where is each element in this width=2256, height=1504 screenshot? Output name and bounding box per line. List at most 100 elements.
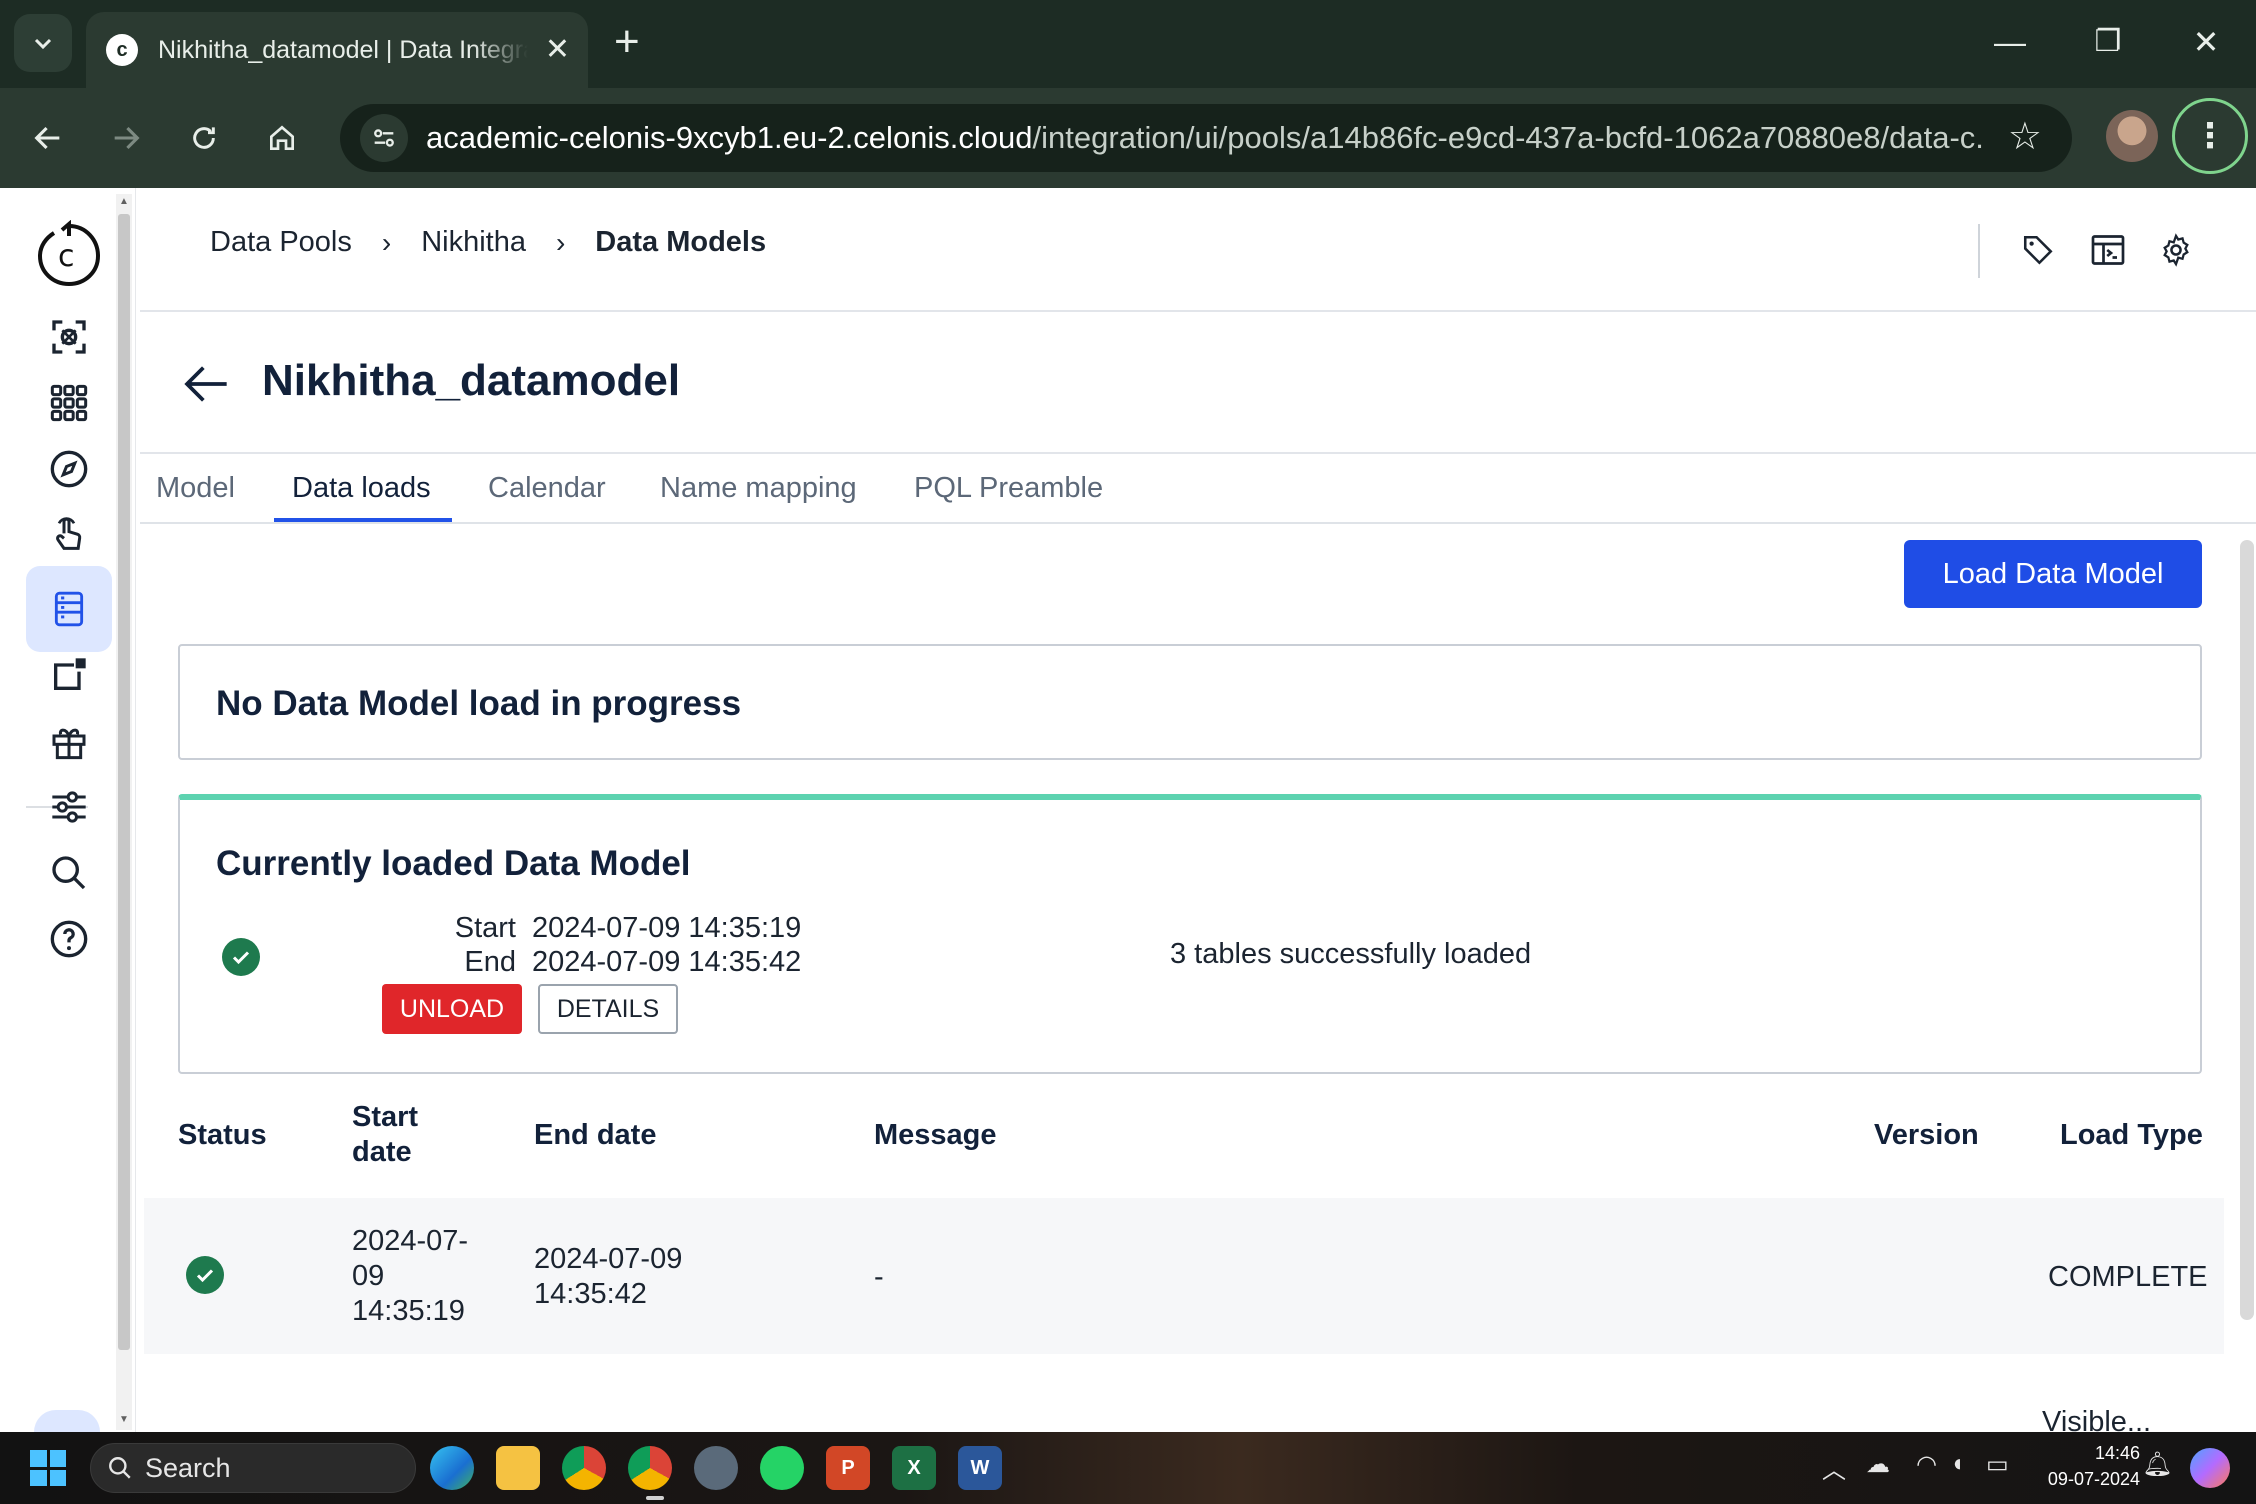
tab-name-mapping[interactable]: Name mapping — [660, 472, 857, 505]
onedrive-icon[interactable]: ☁ — [1866, 1450, 1890, 1479]
load-progress-card: No Data Model load in progress — [178, 644, 2202, 760]
close-tab-icon[interactable]: ✕ — [545, 35, 570, 65]
reload-button[interactable] — [176, 110, 232, 166]
rail-scrollbar-thumb[interactable] — [118, 214, 130, 1350]
chrome-profile-icon[interactable] — [628, 1446, 672, 1490]
clock-date: 09-07-2024 — [2047, 1469, 2140, 1489]
back-arrow-icon[interactable] — [180, 356, 236, 412]
tab-model[interactable]: Model — [156, 472, 235, 505]
settings-gear-icon[interactable] — [694, 1446, 738, 1490]
currently-loaded-heading: Currently loaded Data Model — [216, 844, 691, 883]
address-bar[interactable]: academic-celonis-9xcyb1.eu-2.celonis.clo… — [340, 104, 2072, 172]
chrome-icon[interactable] — [562, 1446, 606, 1490]
scroll-up-arrow-icon[interactable]: ▲ — [116, 196, 132, 207]
row-load-type: COMPLETE — [2048, 1261, 2208, 1293]
celonis-favicon-icon: c — [106, 34, 138, 66]
browser-tab-strip: c Nikhitha_datamodel | Data Integration … — [0, 0, 2256, 88]
battery-icon[interactable]: ▭ — [1986, 1450, 2009, 1479]
column-header-load-type[interactable]: Load Type — [2060, 1118, 2203, 1153]
load-progress-text: No Data Model load in progress — [216, 684, 742, 723]
forward-button[interactable] — [98, 110, 154, 166]
celonis-logo-icon[interactable]: c — [26, 212, 112, 298]
site-info-icon[interactable] — [360, 114, 408, 162]
table-row[interactable]: 2024-07-09 14:35:19 2024-07-09 14:35:42 … — [144, 1198, 2224, 1354]
minimize-window-button[interactable]: — — [1980, 20, 2040, 64]
page-header: Data Pools › Nikhitha › Data Models — [140, 188, 2256, 312]
breadcrumb: Data Pools › Nikhitha › Data Models — [210, 226, 766, 259]
browser-menu-button[interactable]: ⋮ — [2172, 98, 2248, 174]
taskbar-search-box[interactable]: Search — [90, 1443, 416, 1493]
unload-button[interactable]: UNLOAD — [382, 984, 522, 1034]
active-tab-indicator — [274, 518, 452, 522]
tab-search-button[interactable] — [14, 14, 72, 72]
breadcrumb-data-pools[interactable]: Data Pools — [210, 226, 352, 259]
load-data-model-button[interactable]: Load Data Model — [1904, 540, 2202, 608]
volume-icon[interactable]: ◖ — [1950, 1450, 1965, 1478]
content-scrollbar[interactable] — [2240, 540, 2254, 1320]
row-end-date: 2024-07-09 14:35:42 — [534, 1243, 683, 1310]
rail-scrollbar[interactable]: ▲ ▼ — [116, 194, 132, 1430]
search-icon — [109, 1457, 131, 1479]
word-icon[interactable]: W — [958, 1446, 1002, 1490]
profile-avatar[interactable] — [2106, 110, 2158, 162]
close-window-button[interactable]: ✕ — [2176, 20, 2236, 64]
column-header-start-date[interactable]: Start date — [352, 1100, 462, 1170]
start-value: 2024-07-09 14:35:19 — [532, 912, 802, 944]
column-header-status[interactable]: Status — [178, 1118, 267, 1153]
tag-icon[interactable] — [2016, 228, 2060, 272]
restore-window-button[interactable]: ❐ — [2078, 20, 2138, 64]
taskbar-clock[interactable]: 14:46 09-07-2024 — [2030, 1440, 2140, 1492]
svg-text:c: c — [58, 239, 75, 274]
home-button[interactable] — [254, 110, 310, 166]
tab-title: Nikhitha_datamodel | Data Integration — [158, 35, 528, 64]
success-check-icon — [186, 1256, 224, 1294]
currently-loaded-card: Currently loaded Data Model Start 2024-0… — [178, 794, 2202, 1074]
arrow-right-icon — [114, 126, 140, 150]
file-explorer-icon[interactable] — [496, 1446, 540, 1490]
user-avatar[interactable] — [34, 1410, 100, 1432]
scroll-down-arrow-icon[interactable]: ▼ — [116, 1414, 132, 1425]
whatsapp-icon[interactable] — [760, 1446, 804, 1490]
active-app-indicator — [646, 1496, 664, 1500]
details-button[interactable]: DETAILS — [538, 984, 678, 1034]
data-model-tabs: Model Data loads Calendar Name mapping P… — [140, 454, 2256, 524]
taskbar-search-label: Search — [145, 1452, 231, 1483]
chevron-down-icon — [34, 38, 52, 50]
end-value: 2024-07-09 14:35:42 — [532, 946, 802, 978]
settings-gear-icon[interactable] — [2154, 228, 2198, 272]
page-title-bar: Nikhitha_datamodel — [140, 312, 2256, 454]
chevron-right-icon: › — [555, 226, 566, 258]
terminal-icon[interactable] — [2086, 228, 2130, 272]
edge-icon[interactable] — [430, 1446, 474, 1490]
row-message: - — [874, 1261, 884, 1293]
windows-start-icon[interactable] — [30, 1450, 66, 1486]
start-label: Start — [454, 912, 516, 944]
column-header-end-date[interactable]: End date — [534, 1118, 656, 1153]
excel-icon[interactable]: X — [892, 1446, 936, 1490]
windows-taskbar: Search P X W ︿ ☁ ◠ ◖ ▭ 14:46 09-07-2024 … — [0, 1432, 2256, 1504]
help-icon[interactable] — [26, 896, 112, 982]
tab-data-loads[interactable]: Data loads — [292, 472, 431, 505]
browser-toolbar: academic-celonis-9xcyb1.eu-2.celonis.clo… — [0, 88, 2256, 188]
home-icon — [270, 125, 294, 150]
bookmark-star-icon[interactable]: ☆ — [2008, 114, 2042, 159]
copilot-icon[interactable] — [2190, 1448, 2230, 1488]
back-button[interactable] — [20, 110, 76, 166]
column-header-message[interactable]: Message — [874, 1118, 997, 1153]
breadcrumb-nikhitha[interactable]: Nikhitha — [421, 226, 526, 259]
new-tab-button[interactable]: + — [614, 20, 640, 64]
arrow-left-icon — [34, 126, 60, 150]
notification-bell-icon[interactable]: 🔔︎ — [2142, 1450, 2172, 1479]
clock-time: 14:46 — [2094, 1443, 2140, 1463]
powerpoint-icon[interactable]: P — [826, 1446, 870, 1490]
end-label: End — [464, 946, 516, 978]
page-title: Nikhitha_datamodel — [262, 356, 681, 405]
tab-pql-preamble[interactable]: PQL Preamble — [914, 472, 1103, 505]
breadcrumb-data-models: Data Models — [595, 226, 767, 258]
tray-chevron-up-icon[interactable]: ︿ — [1822, 1450, 1846, 1485]
column-header-version[interactable]: Version — [1874, 1118, 1979, 1153]
row-start-date: 2024-07-09 14:35:19 — [352, 1225, 469, 1327]
wifi-icon[interactable]: ◠ — [1916, 1450, 1937, 1479]
tab-calendar[interactable]: Calendar — [488, 472, 606, 505]
browser-tab-active[interactable]: c Nikhitha_datamodel | Data Integration … — [86, 12, 588, 88]
